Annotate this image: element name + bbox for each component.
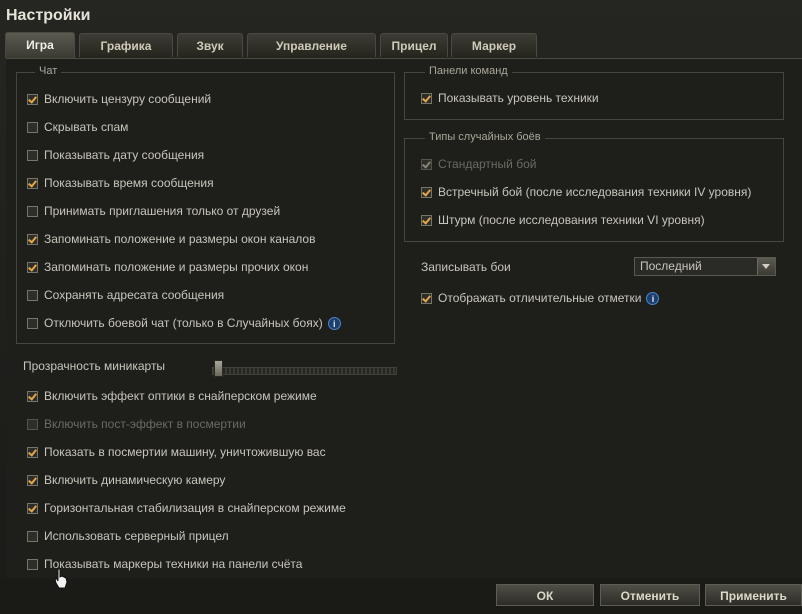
battle-type-option: Стандартный бой	[421, 156, 536, 172]
battle-type-checkbox[interactable]	[421, 214, 432, 226]
chat-legend: Чат	[35, 65, 62, 77]
chat-label: Принимать приглашения только от друзей	[44, 204, 281, 218]
general-label: Включить динамическую камеру	[44, 473, 226, 487]
general-option: Включить пост-эффект в посмертии	[27, 416, 246, 432]
general-label: Включить пост-эффект в посмертии	[44, 417, 246, 431]
general-checkbox[interactable]	[27, 474, 38, 486]
general-checkbox[interactable]	[27, 502, 38, 514]
show-marks-label: Отображать отличительные отметки	[438, 291, 642, 305]
chat-label: Запоминать положение и размеры прочих ок…	[44, 260, 309, 274]
info-icon[interactable]: i	[327, 316, 341, 330]
general-option[interactable]: Горизонтальная стабилизация в снайперско…	[27, 500, 346, 516]
ok-button[interactable]: ОК	[496, 584, 594, 606]
chat-option[interactable]: Включить цензуру сообщений	[27, 91, 211, 107]
battle-type-checkbox[interactable]	[421, 186, 432, 198]
chat-checkbox[interactable]	[27, 289, 38, 301]
battle-type-checkbox	[421, 158, 432, 170]
tab-marker[interactable]: Маркер	[451, 33, 537, 57]
chat-label: Показывать дату сообщения	[44, 148, 205, 162]
general-option[interactable]: Использовать серверный прицел	[27, 528, 229, 544]
window-title: Настройки	[6, 7, 91, 24]
hand-cursor-icon	[54, 568, 68, 589]
team-panels-option[interactable]: Показывать уровень техники	[421, 90, 599, 106]
general-label: Включить эффект оптики в снайперском реж…	[44, 389, 317, 403]
tab-game[interactable]: Игра	[5, 32, 75, 58]
record-battles-label: Записывать бои	[421, 260, 511, 274]
general-checkbox	[27, 418, 38, 430]
chat-option[interactable]: Запоминать положение и размеры окон кана…	[27, 231, 315, 247]
chevron-down-icon[interactable]	[757, 258, 775, 275]
chat-option[interactable]: Скрывать спам	[27, 119, 128, 135]
battle-type-option[interactable]: Встречный бой (после исследования техник…	[421, 184, 751, 200]
chat-option[interactable]: Принимать приглашения только от друзей	[27, 203, 280, 219]
general-option[interactable]: Показать в посмертии машину, уничтожившу…	[27, 444, 326, 460]
chat-label: Сохранять адресата сообщения	[44, 288, 225, 302]
general-option[interactable]: Включить эффект оптики в снайперском реж…	[27, 388, 317, 404]
chat-label: Запоминать положение и размеры окон кана…	[44, 232, 316, 246]
chat-option[interactable]: Показывать дату сообщения	[27, 147, 204, 163]
general-checkbox[interactable]	[27, 558, 38, 570]
chat-checkbox[interactable]	[27, 177, 38, 189]
chat-checkbox[interactable]	[27, 317, 38, 329]
chat-checkbox[interactable]	[27, 261, 38, 273]
minimap-slider-thumb[interactable]	[214, 360, 223, 377]
general-checkbox[interactable]	[27, 390, 38, 402]
apply-button[interactable]: Применить	[705, 584, 802, 606]
general-checkbox[interactable]	[27, 446, 38, 458]
info-icon[interactable]: i	[646, 291, 660, 305]
general-checkbox[interactable]	[27, 530, 38, 542]
minimap-transparency-label: Прозрачность миникарты	[23, 359, 166, 373]
chat-label: Включить цензуру сообщений	[44, 92, 212, 106]
record-battles-select[interactable]: Последний	[634, 257, 776, 276]
chat-option[interactable]: Отключить боевой чат (только в Случайных…	[27, 315, 341, 331]
chat-option[interactable]: Сохранять адресата сообщения	[27, 287, 224, 303]
chat-label: Отключить боевой чат (только в Случайных…	[44, 316, 323, 330]
record-battles-value: Последний	[640, 259, 702, 273]
chat-checkbox[interactable]	[27, 149, 38, 161]
chat-checkbox[interactable]	[27, 93, 38, 105]
settings-window: Настройки Игра Графика Звук Управление П…	[0, 0, 802, 614]
general-option[interactable]: Включить динамическую камеру	[27, 472, 225, 488]
cancel-button[interactable]: Отменить	[600, 584, 700, 606]
chat-label: Показывать время сообщения	[44, 176, 214, 190]
tab-graphics[interactable]: Графика	[79, 33, 173, 57]
chat-checkbox[interactable]	[27, 233, 38, 245]
chat-label: Скрывать спам	[44, 120, 129, 134]
show-marks-option[interactable]: Отображать отличительные отметки i	[421, 290, 660, 306]
chat-option[interactable]: Показывать время сообщения	[27, 175, 214, 191]
show-marks-checkbox[interactable]	[421, 292, 432, 304]
chat-checkbox[interactable]	[27, 121, 38, 133]
general-label: Использовать серверный прицел	[44, 529, 229, 543]
tab-sound[interactable]: Звук	[177, 33, 243, 57]
chat-option[interactable]: Запоминать положение и размеры прочих ок…	[27, 259, 308, 275]
tab-controls[interactable]: Управление	[247, 33, 376, 57]
minimap-transparency-slider[interactable]	[212, 367, 397, 375]
battle-type-label: Штурм (после исследования техники VI уро…	[438, 213, 705, 227]
tab-crosshair[interactable]: Прицел	[380, 33, 448, 57]
team-panels-checkbox[interactable]	[421, 92, 432, 104]
battle-type-label: Встречный бой (после исследования техник…	[438, 185, 752, 199]
battle-type-option[interactable]: Штурм (после исследования техники VI уро…	[421, 212, 705, 228]
chat-checkbox[interactable]	[27, 205, 38, 217]
battle-type-label: Стандартный бой	[438, 157, 537, 171]
general-label: Горизонтальная стабилизация в снайперско…	[44, 501, 346, 515]
general-label: Показывать маркеры техники на панели счё…	[44, 557, 303, 571]
team-panels-legend: Панели команд	[425, 65, 512, 77]
general-label: Показать в посмертии машину, уничтожившу…	[44, 445, 326, 459]
general-option[interactable]: Показывать маркеры техники на панели счё…	[27, 556, 302, 572]
team-panels-label: Показывать уровень техники	[438, 91, 599, 105]
battle-types-legend: Типы случайных боёв	[425, 131, 545, 143]
